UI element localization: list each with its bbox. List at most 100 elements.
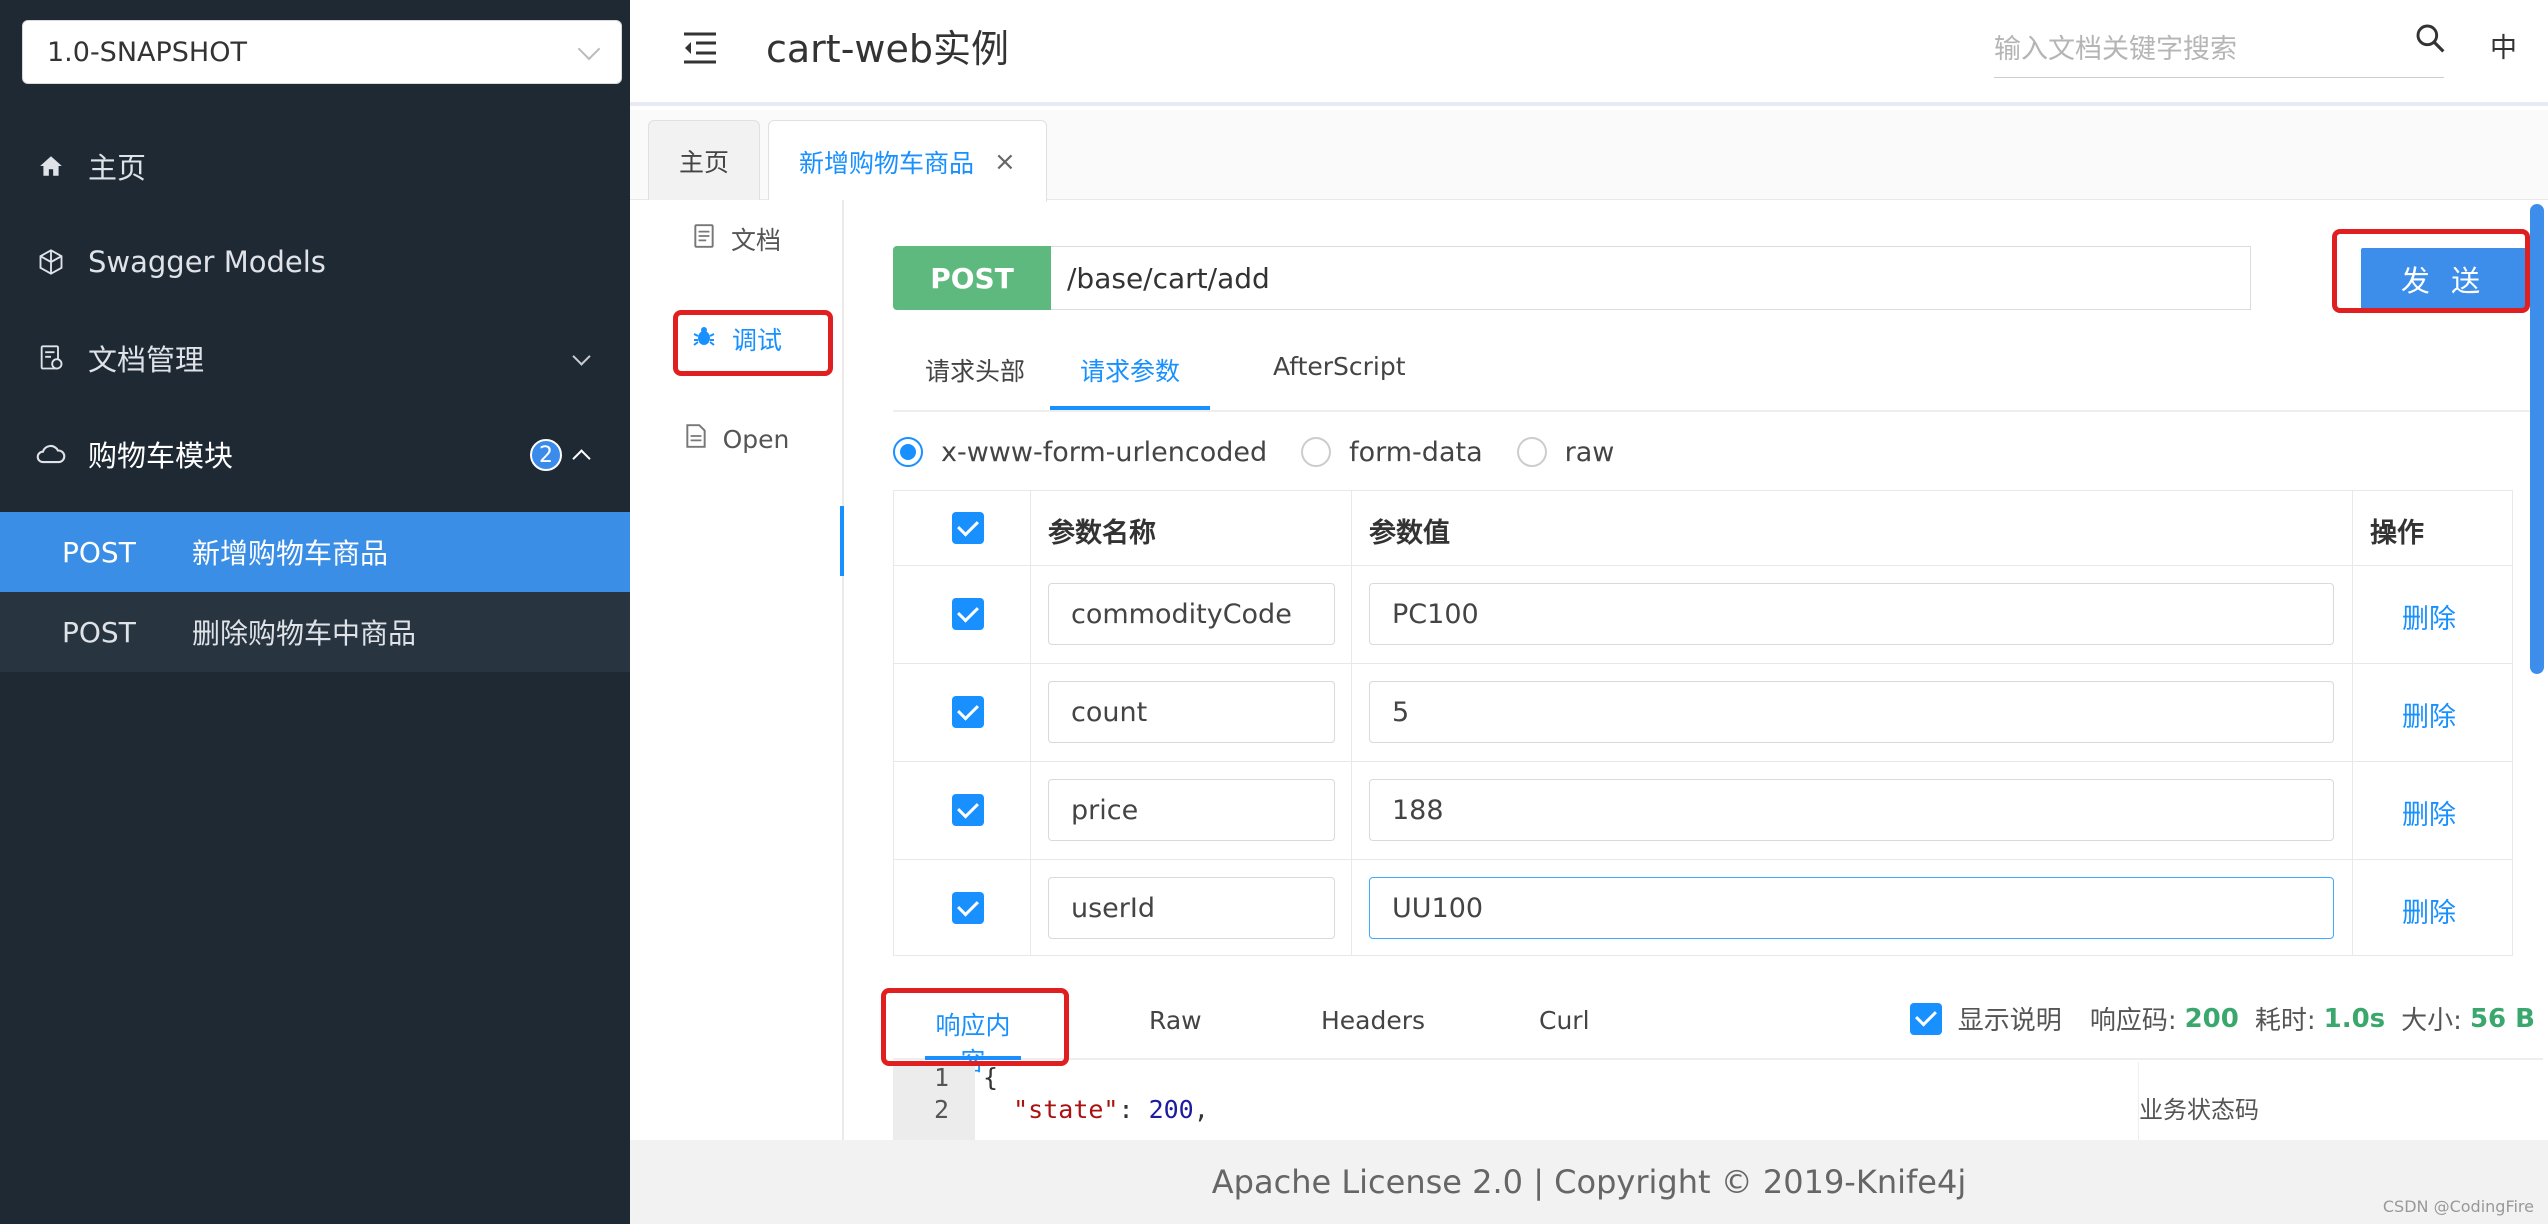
highlight-debug-nav (673, 310, 833, 376)
row-divider (894, 859, 2512, 860)
http-method-tag: POST (893, 246, 1051, 310)
radio-icon (1516, 437, 1547, 467)
radio-label: raw (1564, 436, 1615, 468)
tab-response-headers[interactable]: Headers (1321, 1006, 1425, 1060)
param-name-input[interactable] (1048, 583, 1335, 645)
home-icon (36, 151, 66, 181)
radio-icon (1301, 437, 1332, 467)
sidebar-item-label: 文档管理 (88, 343, 205, 377)
tab-add-cart-item[interactable]: 新增购物车商品 × (768, 120, 1047, 202)
row-divider (894, 663, 2512, 664)
watermark: CSDN @CodingFire (2382, 1197, 2534, 1216)
sidebar-item-cart-module[interactable]: 购物车模块 2 (0, 406, 630, 502)
language-switch[interactable]: 中 (2490, 26, 2517, 65)
code-line: { (983, 1062, 1209, 1094)
method-label: POST (62, 535, 136, 569)
version-value: 1.0-SNAPSHOT (47, 36, 247, 68)
row-divider (894, 565, 2512, 566)
sidebar-api-add-cart-item[interactable]: POST 新增购物车商品 (0, 512, 630, 592)
search-input[interactable] (1994, 22, 2444, 77)
delete-link[interactable]: 删除 (2402, 695, 2456, 734)
method-label: POST (62, 615, 136, 649)
response-tabs: 响应内容 Raw Headers Curl 显示说明 响应码: 200 耗时: … (893, 980, 2543, 1076)
nav-open[interactable]: Open (630, 404, 844, 474)
cube-icon (36, 247, 66, 277)
status-code-label: 响应码: (2089, 1006, 2177, 1036)
radio-label: x-www-form-urlencoded (941, 436, 1268, 468)
search-icon[interactable] (2414, 22, 2448, 56)
close-icon[interactable]: × (994, 147, 1016, 177)
row-checkbox[interactable] (952, 696, 984, 728)
param-value-input[interactable] (1369, 681, 2334, 743)
param-value-input[interactable] (1369, 583, 2334, 645)
row-checkbox[interactable] (952, 598, 984, 630)
status-code-value: 200 (2184, 1003, 2239, 1034)
radio-urlencoded[interactable]: x-www-form-urlencoded (893, 437, 1267, 468)
param-name-input[interactable] (1048, 681, 1335, 743)
sidebar-item-doc-management[interactable]: 文档管理 (0, 310, 630, 406)
scrollbar[interactable] (2530, 204, 2544, 674)
sidebar-item-home[interactable]: 主页 (0, 118, 630, 214)
sidebar-api-delete-cart-item[interactable]: POST 删除购物车中商品 (0, 592, 630, 672)
delete-link[interactable]: 删除 (2402, 597, 2456, 636)
show-desc-label: 显示说明 (1957, 1006, 2062, 1036)
line-number: 2 (933, 1095, 949, 1124)
nav-label: Open (722, 424, 790, 454)
column-header-name: 参数名称 (1048, 518, 1156, 549)
chevron-up-icon (572, 449, 591, 468)
tab-response-raw[interactable]: Raw (1149, 1006, 1202, 1060)
sidebar-item-label: 购物车模块 (88, 439, 234, 473)
param-value-input[interactable] (1369, 877, 2334, 939)
active-indicator (840, 506, 844, 576)
sidebar: 1.0-SNAPSHOT 主页 Swagger Models 文档管理 购物车模… (0, 0, 630, 1224)
radio-form-data[interactable]: form-data (1301, 437, 1483, 468)
url-input[interactable] (1051, 246, 2251, 310)
delete-link[interactable]: 删除 (2402, 891, 2456, 930)
tab-bar: 主页 新增购物车商品 × (630, 110, 2548, 202)
tab-response-curl[interactable]: Curl (1539, 1006, 1590, 1060)
response-meta: 显示说明 响应码: 200 耗时: 1.0s 大小: 56 B (1909, 1000, 2543, 1037)
column-header-action: 操作 (2370, 518, 2424, 549)
show-desc-checkbox[interactable] (1909, 1002, 1942, 1035)
time-value: 1.0s (2323, 1003, 2386, 1034)
code-line: "state": 200, (1013, 1095, 1209, 1124)
search-box (1994, 22, 2444, 78)
nav-doc[interactable]: 文档 (630, 204, 844, 274)
param-name-input[interactable] (1048, 877, 1335, 939)
tab-afterscript[interactable]: AfterScript (1273, 352, 1406, 410)
param-value-input[interactable] (1369, 779, 2334, 841)
count-badge: 2 (530, 439, 562, 471)
menu-fold-icon[interactable] (680, 28, 720, 68)
nav-label: 文档 (730, 226, 781, 255)
delete-link[interactable]: 删除 (2402, 793, 2456, 832)
row-checkbox[interactable] (952, 794, 984, 826)
tab-label: 主页 (679, 147, 730, 177)
document-settings-icon (36, 343, 66, 373)
api-name: 删除购物车中商品 (192, 617, 417, 650)
tab-home[interactable]: 主页 (648, 120, 761, 200)
code-brace: { (983, 1063, 999, 1092)
version-select[interactable]: 1.0-SNAPSHOT (22, 20, 622, 84)
footer-text: Apache License 2.0 | Copyright © 2019-Kn… (1211, 1163, 1967, 1201)
sidebar-item-swagger-models[interactable]: Swagger Models (0, 214, 630, 310)
request-tabs: 请求头部 请求参数 AfterScript (893, 340, 2543, 412)
radio-icon (893, 437, 923, 467)
params-table: 参数名称 参数值 操作 删除 删除 删除 删除 (893, 490, 2513, 956)
row-checkbox[interactable] (952, 892, 984, 924)
line-number: 1 (933, 1063, 949, 1092)
size-label: 大小: (2401, 1006, 2462, 1036)
highlight-send-button (2332, 229, 2530, 313)
tab-request-params[interactable]: 请求参数 (1050, 352, 1210, 410)
top-header: cart-web实例 中 (630, 0, 2548, 106)
code-lines: { "state": 200, (983, 1062, 1209, 1126)
response-code-view[interactable]: 1 2 { "state": 200, (893, 1062, 2143, 1142)
select-all-checkbox[interactable] (952, 512, 984, 544)
column-divider (1030, 491, 1031, 955)
tab-request-headers[interactable]: 请求头部 (925, 352, 1025, 410)
radio-raw[interactable]: raw (1516, 436, 1615, 468)
footer: Apache License 2.0 | Copyright © 2019-Kn… (630, 1140, 2548, 1224)
column-divider (2352, 491, 2353, 955)
code-value: 200 (1148, 1095, 1194, 1124)
file-icon (693, 223, 715, 255)
param-name-input[interactable] (1048, 779, 1335, 841)
